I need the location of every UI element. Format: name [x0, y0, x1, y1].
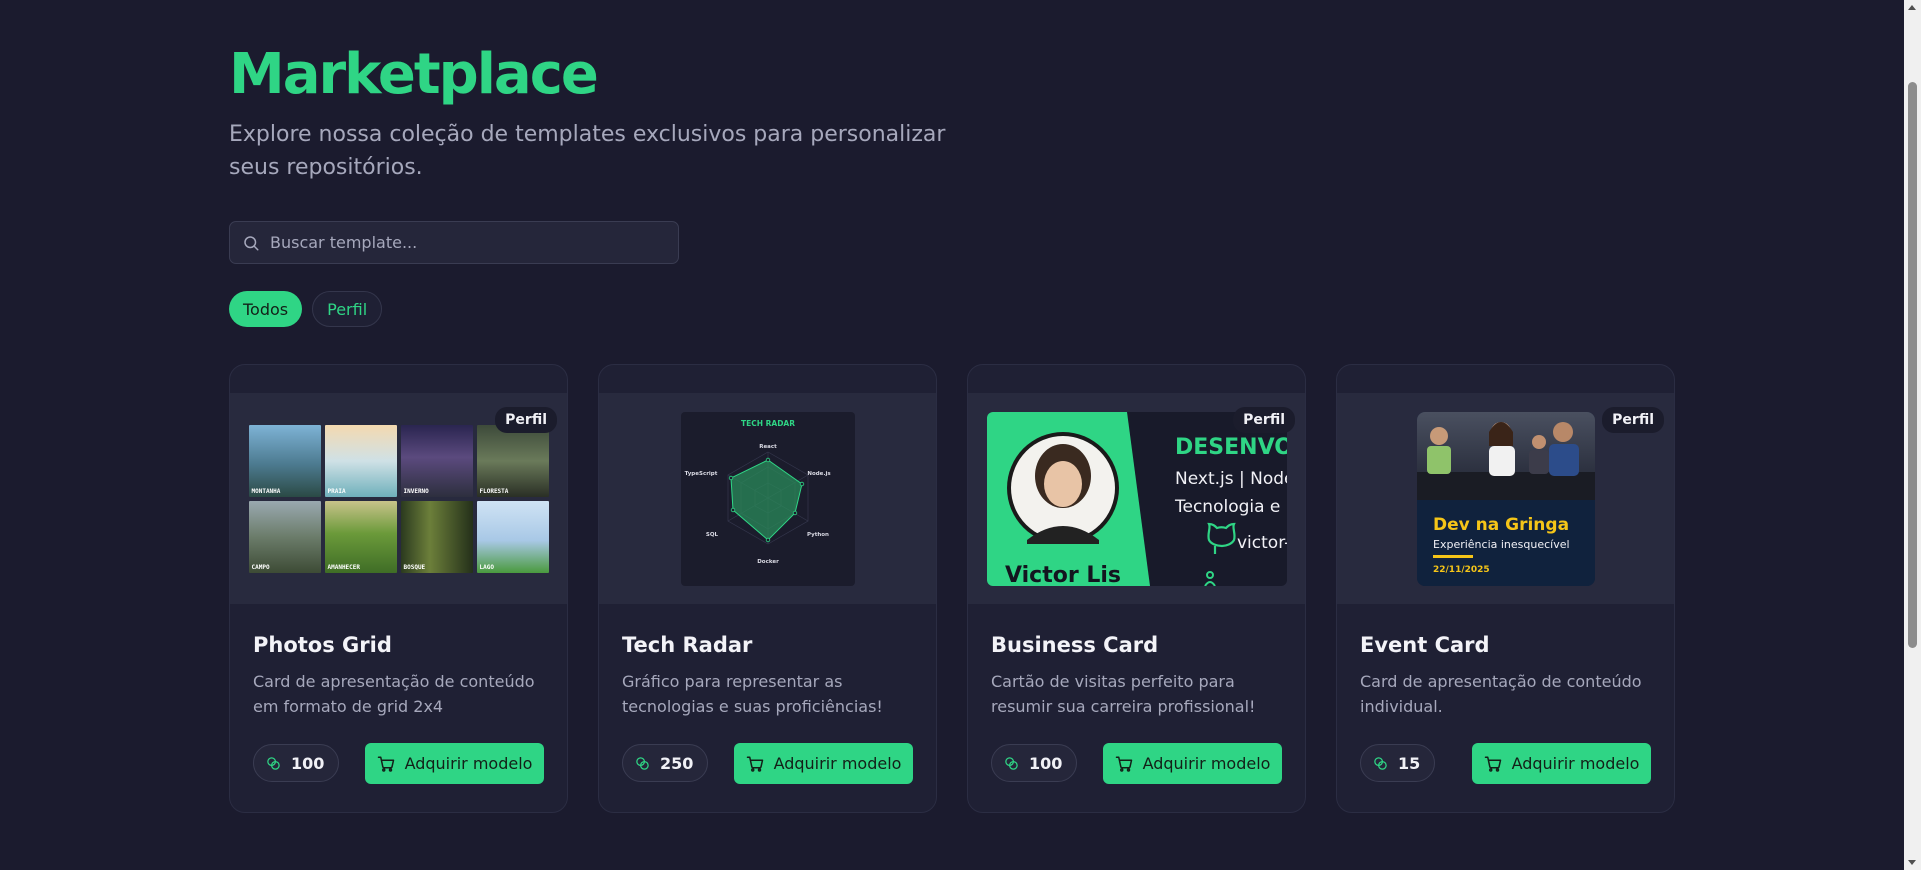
card-description: Card de apresentação de conteúdo em form…: [253, 672, 535, 716]
filter-chips: Todos Perfil: [229, 291, 383, 327]
bc-github: victor-l: [1237, 533, 1287, 553]
card-title: Tech Radar: [622, 633, 753, 657]
svg-text:TypeScript: TypeScript: [684, 471, 717, 477]
svg-text:SQL: SQL: [705, 532, 718, 538]
svg-text:Docker: Docker: [757, 559, 779, 565]
category-badge: Perfil: [1602, 407, 1664, 433]
page-subtitle: Explore nossa coleção de templates exclu…: [229, 122, 946, 180]
price-badge: 15: [1360, 744, 1436, 782]
page-title: Marketplace: [229, 42, 599, 107]
svg-text:Node.js: Node.js: [807, 471, 831, 477]
template-card-event-card[interactable]: Perfil Dev na Gringa Experiência inesque…: [1336, 364, 1675, 813]
coin-icon: [267, 756, 280, 770]
cart-icon: [1115, 756, 1132, 772]
card-description: Cartão de visitas perfeito para resumir …: [991, 672, 1256, 716]
search-input[interactable]: [270, 233, 650, 252]
photo-thumb: PRAIA: [324, 424, 397, 497]
card-title: Event Card: [1360, 633, 1490, 657]
coin-icon: [636, 756, 649, 770]
cart-icon: [746, 756, 763, 772]
buy-template-button[interactable]: Adquirir modelo: [734, 743, 913, 784]
price-value: 15: [1398, 753, 1421, 773]
cart-icon: [1484, 756, 1501, 772]
photo-thumb: FLORESTA: [476, 424, 549, 497]
price-value: 250: [660, 753, 694, 773]
cart-icon: [377, 756, 394, 772]
card-title: Photos Grid: [253, 633, 392, 657]
radar-title: TECH RADAR: [740, 419, 794, 428]
coin-icon: [1005, 756, 1018, 770]
bc-line1: Next.js | Node: [1175, 469, 1287, 489]
photo-thumb: BOSQUE: [400, 500, 473, 573]
bc-name: Victor Lis: [1005, 563, 1121, 586]
svg-text:Python: Python: [807, 532, 829, 538]
ev-subtitle: Experiência inesquecível: [1433, 538, 1570, 551]
photo-thumb: LAGO: [476, 500, 549, 573]
scrollbar-thumb[interactable]: [1908, 82, 1917, 648]
category-badge: Perfil: [495, 407, 557, 433]
filter-perfil[interactable]: Perfil: [312, 291, 383, 327]
template-preview: TECH RADAR React Node.js Python Docker S…: [599, 393, 936, 604]
filter-todos[interactable]: Todos: [229, 291, 303, 327]
price-value: 100: [1029, 753, 1063, 773]
svg-text:React: React: [759, 444, 777, 450]
business-card-preview: Victor Lis DESENVOL Next.js | Node Tecno…: [986, 411, 1287, 586]
bc-heading: DESENVOL: [1175, 435, 1287, 460]
radar-preview: TECH RADAR React Node.js Python Docker S…: [680, 411, 855, 586]
buy-template-button[interactable]: Adquirir modelo: [1103, 743, 1282, 784]
price-badge: 250: [622, 744, 709, 782]
price-badge: 100: [253, 744, 340, 782]
buy-template-button[interactable]: Adquirir modelo: [365, 743, 544, 784]
search-icon: [244, 235, 259, 250]
vertical-scrollbar[interactable]: [1904, 0, 1921, 870]
coin-icon: [1374, 756, 1387, 770]
price-value: 100: [291, 753, 325, 773]
card-description: Gráfico para representar as tecnologias …: [622, 672, 883, 716]
category-badge: Perfil: [1233, 407, 1295, 433]
photo-thumb: AMANHECER: [324, 500, 397, 573]
template-card-photos-grid[interactable]: Perfil MONTANHA PRAIA INVERNO FLORESTA C…: [229, 364, 568, 813]
photo-thumb: CAMPO: [248, 500, 321, 573]
ev-title: Dev na Gringa: [1433, 515, 1569, 535]
ev-date: 22/11/2025: [1433, 565, 1490, 575]
bc-line2: Tecnologia e I: [1174, 497, 1287, 517]
github-icon: [1206, 522, 1236, 554]
scroll-down-arrow[interactable]: [1908, 860, 1916, 865]
photo-thumb: MONTANHA: [248, 424, 321, 497]
template-card-tech-radar[interactable]: TECH RADAR React Node.js Python Docker S…: [598, 364, 937, 813]
card-title: Business Card: [991, 633, 1159, 657]
template-grid: Perfil MONTANHA PRAIA INVERNO FLORESTA C…: [229, 364, 1675, 813]
price-badge: 100: [991, 744, 1078, 782]
buy-template-button[interactable]: Adquirir modelo: [1472, 743, 1651, 784]
template-card-business-card[interactable]: Perfil Victor Lis DESENVOL Next.js | Nod…: [967, 364, 1306, 813]
event-card-preview: Dev na Gringa Experiência inesquecível 2…: [1416, 411, 1595, 586]
photo-grid-preview: MONTANHA PRAIA INVERNO FLORESTA CAMPO AM…: [248, 424, 549, 573]
photo-thumb: INVERNO: [400, 424, 473, 497]
card-description: Card de apresentação de conteúdo individ…: [1360, 672, 1642, 716]
search-box[interactable]: [229, 221, 679, 264]
scroll-up-arrow[interactable]: [1908, 5, 1916, 10]
